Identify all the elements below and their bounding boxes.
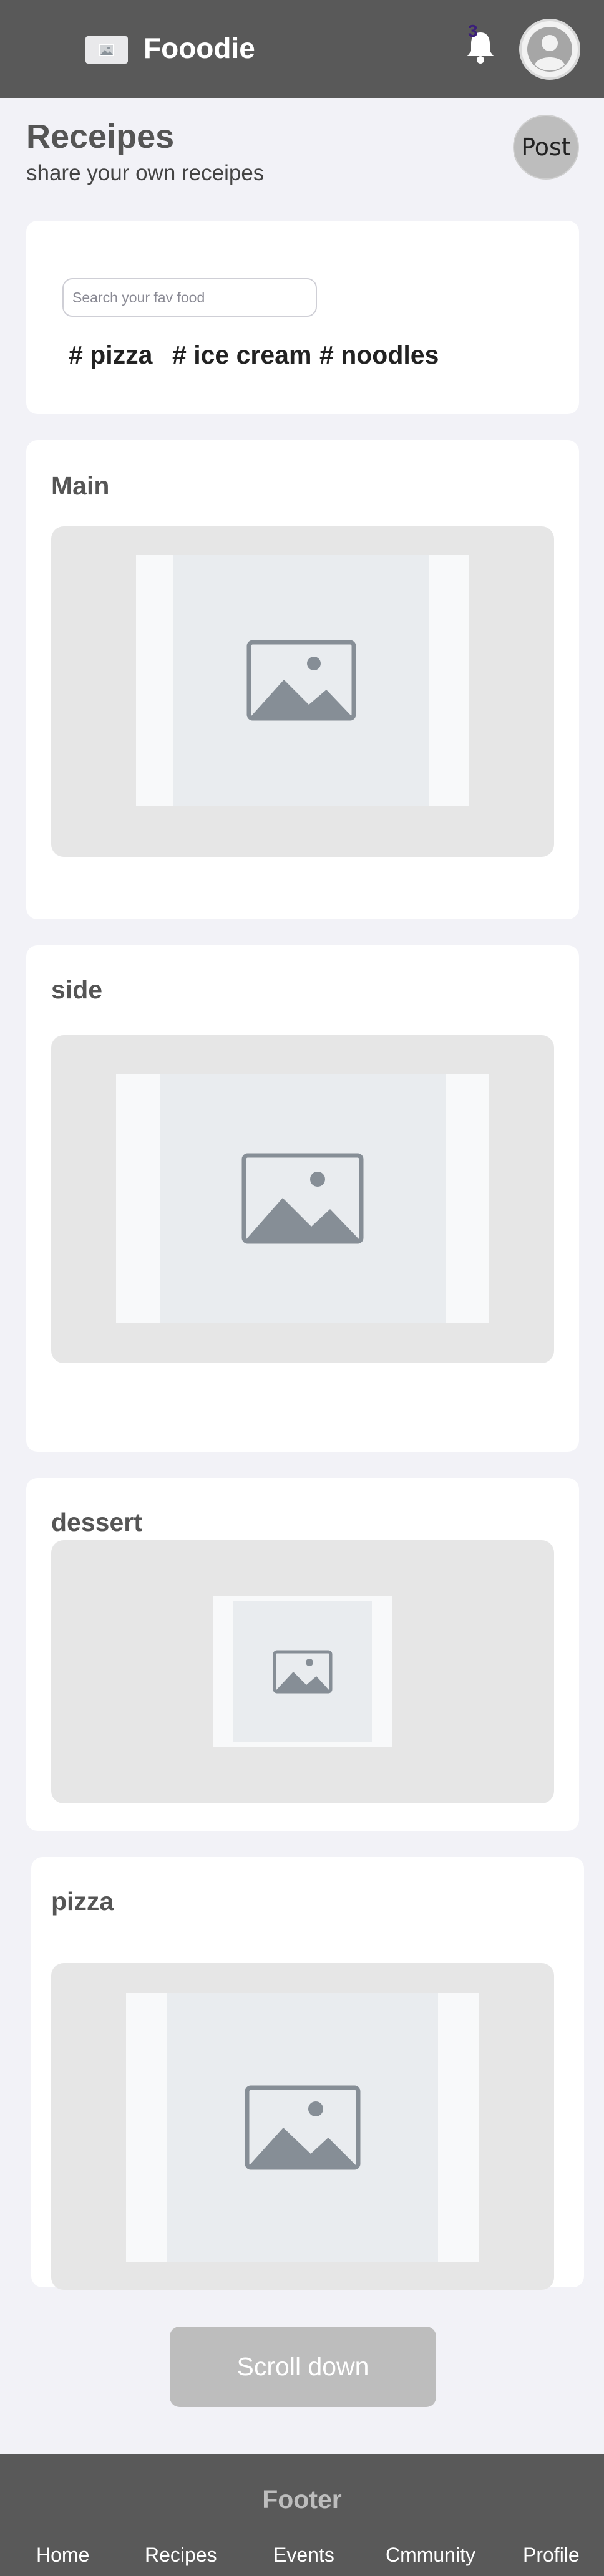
image-placeholder-icon <box>173 555 429 806</box>
scroll-down-button[interactable]: Scroll down <box>170 2327 436 2407</box>
footer-link-recipes[interactable]: Recipes <box>145 2544 217 2567</box>
notification-count-badge: 3 <box>468 21 478 41</box>
section-title-main: Main <box>51 471 110 500</box>
logo-image-icon[interactable] <box>85 36 128 64</box>
post-button[interactable]: Post <box>513 115 579 180</box>
section-title-side: side <box>51 975 103 1004</box>
tag-ice-cream[interactable]: # ice cream <box>172 340 311 370</box>
footer-title: Footer <box>262 2485 342 2514</box>
footer-link-community[interactable]: Cmmunity <box>386 2544 475 2567</box>
app-header: Fooodie 3 <box>0 0 604 98</box>
image-placeholder-icon <box>233 1601 372 1742</box>
brand-name[interactable]: Fooodie <box>144 31 255 65</box>
user-avatar-icon[interactable] <box>519 19 580 80</box>
image-placeholder-icon <box>160 1074 446 1323</box>
footer-link-events[interactable]: Events <box>273 2544 334 2567</box>
section-title-dessert: dessert <box>51 1508 142 1536</box>
section-title-pizza: pizza <box>51 1887 114 1916</box>
footer-link-profile[interactable]: Profile <box>523 2544 580 2567</box>
app-footer: Footer Home Recipes Events Cmmunity Prof… <box>0 2454 604 2576</box>
search-card <box>26 221 579 414</box>
tag-pizza[interactable]: # pizza <box>69 340 152 370</box>
page-subtitle: share your own receipes <box>26 161 265 185</box>
page-title: Receipes <box>26 118 175 155</box>
image-placeholder-icon <box>167 1993 438 2262</box>
search-input[interactable] <box>62 278 317 317</box>
tag-noodles[interactable]: # noodles <box>319 340 439 370</box>
footer-link-home[interactable]: Home <box>36 2544 89 2567</box>
